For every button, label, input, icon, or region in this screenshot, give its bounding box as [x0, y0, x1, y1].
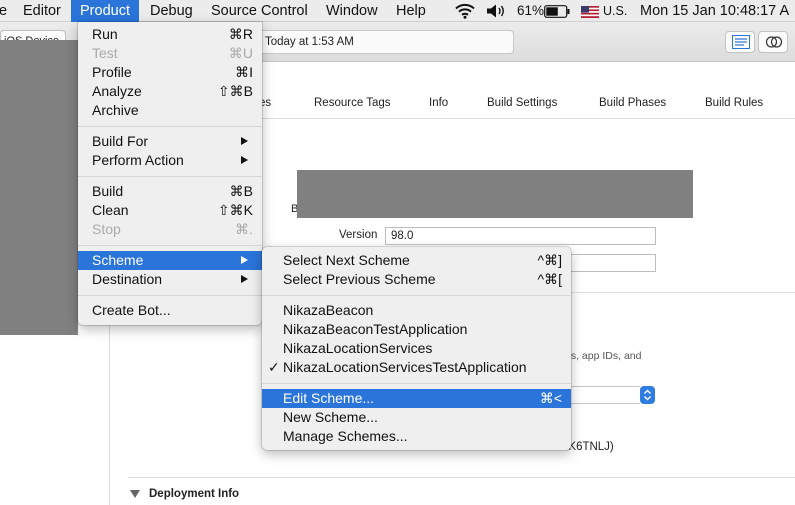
battery-percent: 61% — [517, 3, 545, 18]
menu-item-scheme-nikazalocationservicestestapplication[interactable]: ✓ NikazaLocationServicesTestApplication — [262, 358, 571, 377]
menu-debug[interactable]: Debug — [150, 0, 193, 22]
submenu-arrow-icon — [241, 256, 248, 264]
menu-item-destination[interactable]: Destination — [78, 270, 262, 289]
signing-description-fragment: es, app IDs, and — [565, 350, 642, 362]
wifi-icon[interactable] — [455, 3, 475, 22]
menu-item-scheme[interactable]: Scheme — [78, 251, 262, 270]
redacted-identity — [297, 170, 693, 218]
menu-item-profile[interactable]: Profile ⌘I — [78, 63, 262, 82]
menu-separator — [78, 295, 262, 296]
volume-icon[interactable] — [486, 4, 508, 21]
menu-item-edit-scheme[interactable]: Edit Scheme... ⌘< — [262, 389, 571, 408]
menu-item-manage-schemes[interactable]: Manage Schemes... — [262, 427, 571, 446]
menu-item-build[interactable]: Build ⌘B — [78, 182, 262, 201]
menu-bar: e Editor Product Debug Source Control Wi… — [0, 0, 795, 22]
menu-separator — [262, 383, 571, 384]
product-menu: Run ⌘R Test ⌘U Profile ⌘I Analyze ⇧⌘B Archiv… — [78, 22, 262, 325]
menu-item-scheme-nikazabeacontestapplication[interactable]: NikazaBeaconTestApplication — [262, 320, 571, 339]
menu-edit-partial[interactable]: e — [0, 0, 7, 22]
menu-separator — [262, 295, 571, 296]
menu-window[interactable]: Window — [326, 0, 378, 22]
menu-separator — [78, 245, 262, 246]
scheme-submenu: Select Next Scheme ^⌘] Select Previous Sc… — [262, 247, 571, 450]
menu-item-scheme-nikazalocationservices[interactable]: NikazaLocationServices — [262, 339, 571, 358]
menu-item-select-previous-scheme[interactable]: Select Previous Scheme ^⌘[ — [262, 270, 571, 289]
assistant-editor-button[interactable] — [758, 31, 788, 53]
tab-info[interactable]: Info — [429, 97, 448, 109]
checkmark-icon: ✓ — [268, 359, 280, 375]
menu-separator — [78, 126, 262, 127]
menu-item-create-bot[interactable]: Create Bot... — [78, 301, 262, 320]
submenu-arrow-icon — [241, 156, 248, 164]
tab-build-settings[interactable]: Build Settings — [487, 97, 557, 109]
menubar-clock[interactable]: Mon 15 Jan 10:48:17 A — [640, 0, 789, 22]
tab-build-rules[interactable]: Build Rules — [705, 97, 763, 109]
battery-icon[interactable] — [544, 5, 572, 21]
us-flag-icon[interactable] — [581, 5, 599, 21]
version-label: Version — [339, 229, 378, 241]
menu-separator — [78, 176, 262, 177]
standard-editor-button[interactable] — [725, 31, 755, 53]
deployment-info-title: Deployment Info — [149, 488, 240, 500]
menu-item-stop: Stop ⌘. — [92, 221, 253, 237]
submenu-arrow-icon — [241, 137, 248, 145]
menu-editor[interactable]: Editor — [23, 0, 61, 22]
version-field[interactable]: 98.0 — [385, 227, 656, 245]
disclosure-triangle-icon[interactable] — [130, 490, 140, 498]
menu-item-clean[interactable]: Clean ⇧⌘K — [78, 201, 262, 220]
menu-help[interactable]: Help — [396, 0, 426, 22]
menu-product[interactable]: Product — [71, 0, 139, 22]
submenu-arrow-icon — [241, 275, 248, 283]
menu-item-select-next-scheme[interactable]: Select Next Scheme ^⌘] — [262, 251, 571, 270]
tab-build-phases[interactable]: Build Phases — [599, 97, 666, 109]
menu-item-scheme-nikazabeacon[interactable]: NikazaBeacon — [262, 301, 571, 320]
redacted-navigator — [0, 40, 78, 335]
menu-item-new-scheme[interactable]: New Scheme... — [262, 408, 571, 427]
menu-item-run[interactable]: Run ⌘R — [78, 25, 262, 44]
menu-item-analyze[interactable]: Analyze ⇧⌘B — [78, 82, 262, 101]
menu-item-perform-action[interactable]: Perform Action — [78, 151, 262, 170]
menu-item-build-for[interactable]: Build For — [78, 132, 262, 151]
tab-resource-tags[interactable]: Resource Tags — [314, 97, 391, 109]
input-source[interactable]: U.S. — [603, 0, 627, 22]
section-divider — [128, 477, 795, 478]
menu-item-archive[interactable]: Archive — [78, 101, 262, 120]
build-field[interactable] — [560, 254, 656, 272]
menu-source-control[interactable]: Source Control — [211, 0, 308, 22]
activity-viewer: Today at 1:53 AM — [252, 30, 514, 54]
team-popup-arrows[interactable] — [640, 386, 655, 404]
menu-item-test: Test ⌘U — [92, 45, 253, 61]
